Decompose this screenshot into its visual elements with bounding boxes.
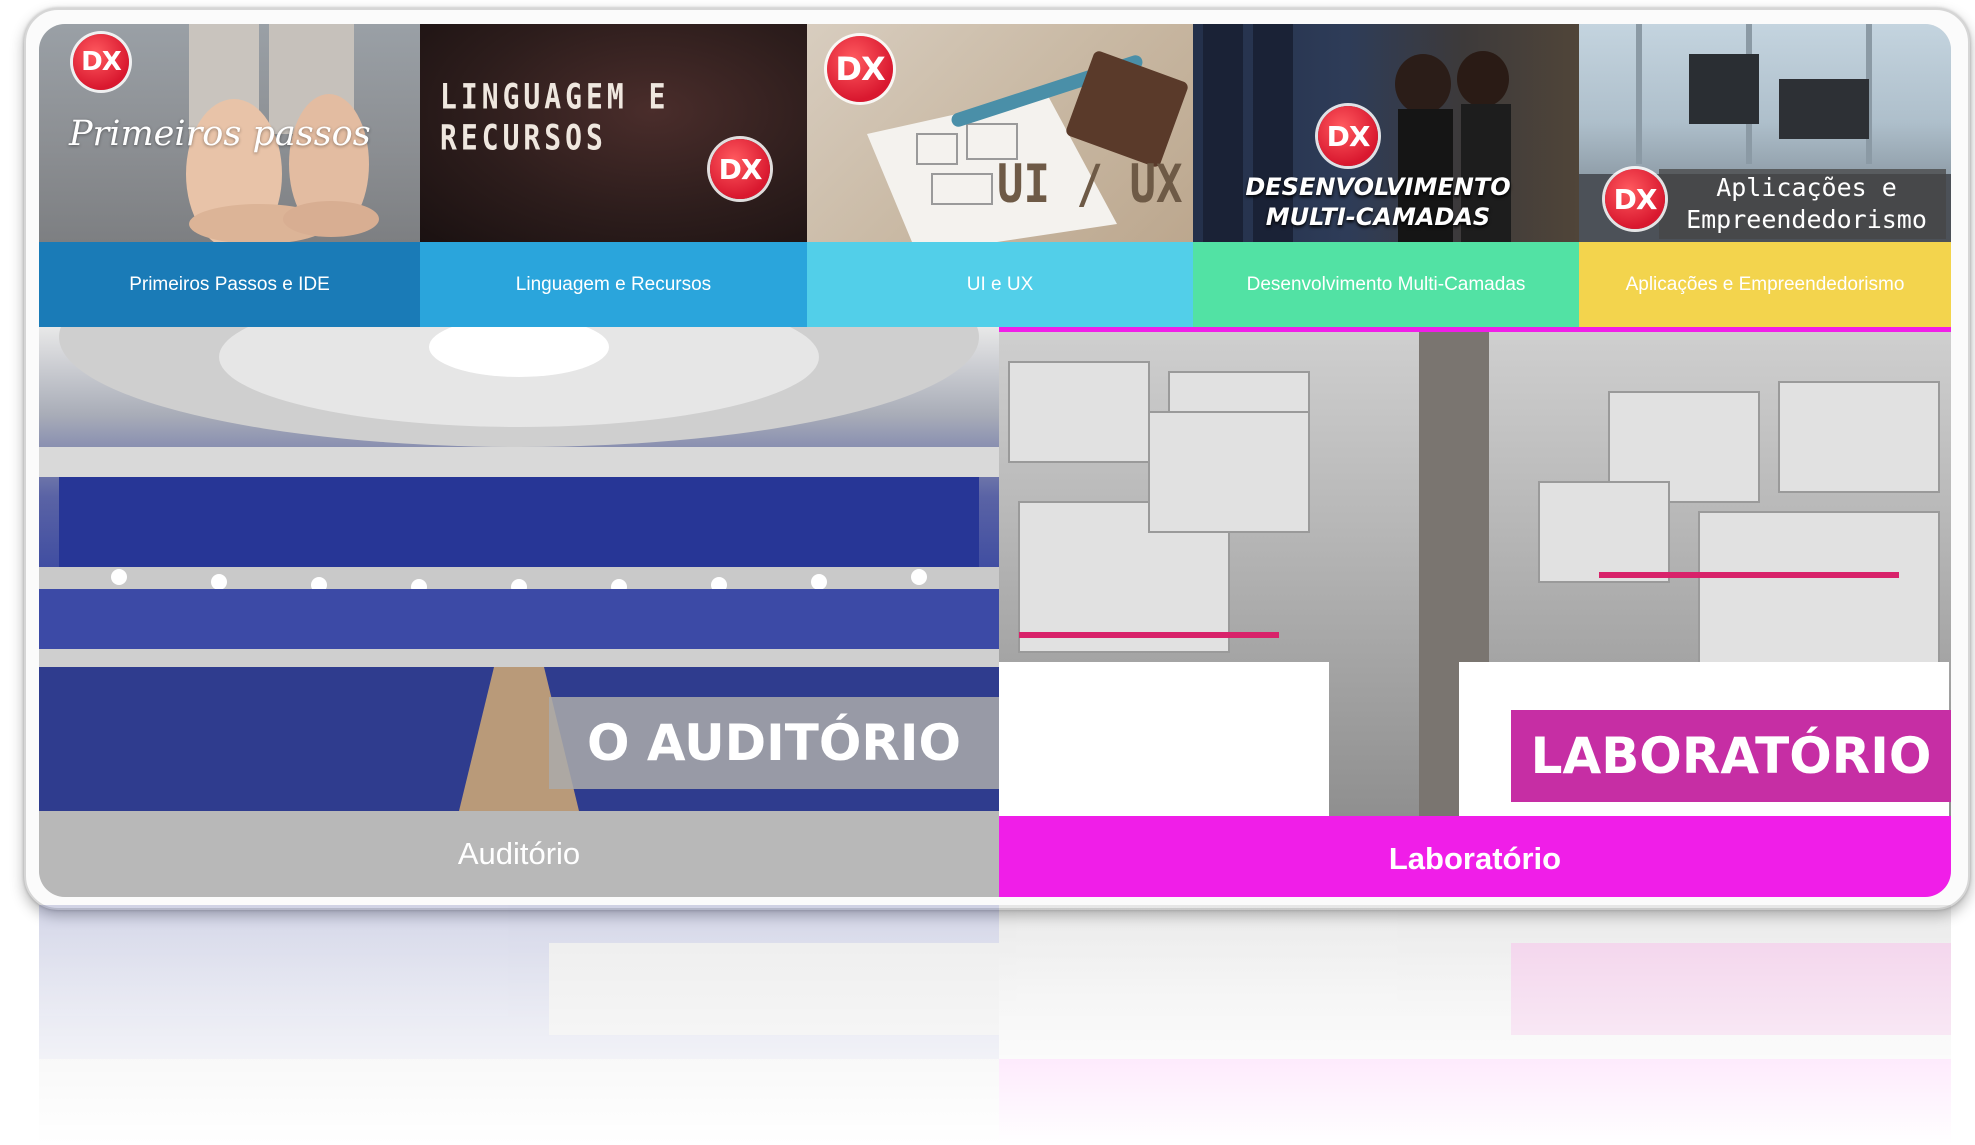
course-panel: DX Primeiros passos Primeiros Passos e I… — [39, 24, 1951, 897]
category-label[interactable]: Linguagem e Recursos — [420, 242, 807, 327]
image-title: LABORATÓRIO — [1511, 710, 1951, 802]
category-primeiros-passos[interactable]: DX Primeiros passos Primeiros Passos e I… — [39, 24, 420, 327]
aplicacoes-image: DX Aplicações e Empreendedorismo — [1579, 24, 1951, 242]
auditorio-image: O AUDITÓRIO — [39, 327, 999, 811]
category-linguagem-recursos[interactable]: LINGUAGEM E RECURSOS DX Linguagem e Recu… — [420, 24, 807, 327]
image-title: Primeiros passos — [69, 114, 371, 154]
category-desenvolvimento-multi-camadas[interactable]: DX DESENVOLVIMENTO MULTI-CAMADAS Desenvo… — [1193, 24, 1579, 327]
image-title: UI / UX — [997, 153, 1183, 216]
image-title: O AUDITÓRIO — [549, 697, 999, 789]
linguagem-recursos-image: LINGUAGEM E RECURSOS DX — [420, 24, 807, 242]
panel-reflection — [39, 905, 1951, 1145]
category-label[interactable]: Aplicações e Empreendedorismo — [1579, 242, 1951, 327]
image-title: Aplicações e Empreendedorismo — [1669, 170, 1944, 238]
image-title-line2: Empreendedorismo — [1686, 205, 1927, 234]
laboratorio-label[interactable]: Laboratório — [999, 816, 1951, 897]
auditorio-card[interactable]: O AUDITÓRIO Auditório — [39, 327, 999, 897]
dx-badge: DX — [1318, 106, 1378, 166]
dx-badge: DX — [1605, 169, 1665, 229]
dx-badge: DX — [827, 36, 893, 102]
image-title-line2: MULTI-CAMADAS — [1265, 203, 1491, 231]
ui-ux-image: DX UI / UX — [807, 24, 1193, 242]
category-aplicacoes-empreendedorismo[interactable]: DX Aplicações e Empreendedorismo Aplicaç… — [1579, 24, 1951, 327]
multi-camadas-image: DX DESENVOLVIMENTO MULTI-CAMADAS — [1193, 24, 1579, 242]
primeiros-passos-image: DX Primeiros passos — [39, 24, 420, 242]
reflection-fade — [39, 905, 1951, 1145]
dx-badge: DX — [73, 34, 129, 90]
category-label[interactable]: Desenvolvimento Multi-Camadas — [1193, 242, 1579, 327]
image-title-line1: DESENVOLVIMENTO — [1245, 173, 1511, 201]
image-title: DESENVOLVIMENTO MULTI-CAMADAS — [1213, 172, 1543, 232]
laboratorio-card[interactable]: LABORATÓRIO Laboratório — [999, 327, 1951, 897]
image-title-line1: Aplicações e — [1716, 173, 1897, 202]
category-label[interactable]: UI e UX — [807, 242, 1193, 327]
laboratorio-image: LABORATÓRIO — [999, 332, 1951, 816]
category-label[interactable]: Primeiros Passos e IDE — [39, 242, 420, 327]
auditorio-label[interactable]: Auditório — [39, 811, 999, 897]
category-ui-ux[interactable]: DX UI / UX UI e UX — [807, 24, 1193, 327]
dx-badge: DX — [710, 139, 770, 199]
